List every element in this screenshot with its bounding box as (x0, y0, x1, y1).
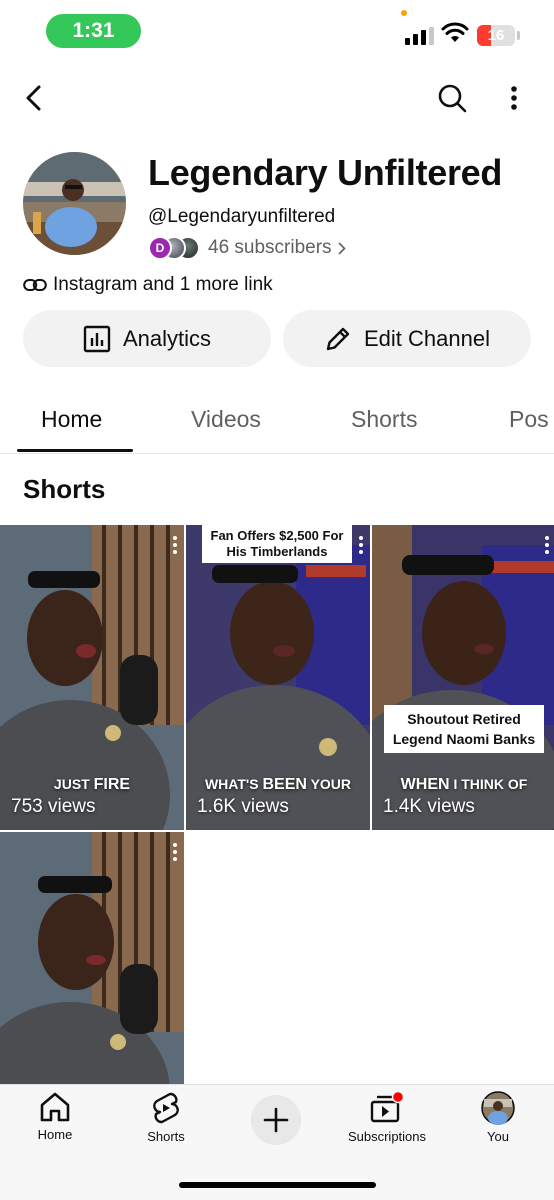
channel-name: Legendary Unfiltered (148, 152, 503, 193)
notification-dot-icon (391, 1091, 405, 1104)
search-icon (438, 84, 467, 113)
channel-links[interactable]: Instagram and 1 more link (23, 272, 273, 298)
analytics-icon (83, 325, 111, 352)
nav-shorts[interactable]: Shorts (111, 1091, 221, 1144)
short-caption: WHEN I THINK OF (400, 776, 528, 793)
short-views: 1.4K views (383, 796, 475, 817)
short-more-icon[interactable] (544, 535, 550, 555)
analytics-button[interactable]: Analytics (23, 310, 271, 367)
status-time: 1:31 (46, 14, 141, 48)
channel-links-label: Instagram and 1 more link (53, 274, 273, 295)
short-thumbnail[interactable]: Shoutout Retired Legend Naomi Banks WHEN… (372, 525, 554, 830)
nav-home-label: Home (37, 1127, 73, 1142)
short-thumbnail-image (0, 832, 184, 1084)
wifi-icon (441, 22, 469, 42)
link-icon (23, 279, 47, 291)
short-more-icon[interactable] (358, 535, 364, 555)
edit-channel-button[interactable]: Edit Channel (283, 310, 531, 367)
nav-you[interactable]: You (443, 1091, 553, 1144)
status-bar: 1:31 16 (0, 0, 554, 62)
more-vert-icon (511, 86, 517, 110)
shorts-icon (153, 1092, 179, 1124)
subscriber-avatar: D (148, 236, 172, 260)
nav-you-label: You (487, 1129, 509, 1144)
analytics-label: Analytics (122, 325, 212, 351)
short-more-icon[interactable] (172, 535, 178, 555)
back-button[interactable] (14, 76, 54, 120)
pencil-icon (326, 327, 350, 350)
chevron-right-icon (338, 242, 346, 254)
short-views: 753 views (11, 796, 96, 817)
short-thumbnail[interactable]: JUST FIRE 753 views (0, 525, 184, 830)
tab-shorts[interactable]: Shorts (351, 406, 417, 433)
channel-avatar[interactable] (23, 152, 126, 255)
nav-home[interactable]: Home (0, 1091, 110, 1142)
subscriber-count: 46 subscribers (208, 237, 332, 258)
subscribers-row[interactable]: D 46 subscribers (148, 234, 346, 262)
tab-posts[interactable]: Pos (509, 406, 549, 433)
short-thumbnail[interactable]: Fan Offers $2,500 For His Timberlands WH… (186, 525, 370, 830)
tab-home[interactable]: Home (41, 406, 102, 433)
back-icon (26, 85, 41, 111)
nav-shorts-label: Shorts (147, 1129, 185, 1144)
home-indicator (179, 1182, 376, 1188)
short-caption: JUST FIRE (53, 776, 131, 793)
tab-videos[interactable]: Videos (191, 406, 261, 433)
channel-avatar-image (23, 152, 126, 255)
search-button[interactable] (430, 76, 474, 120)
nav-subscriptions-label: Subscriptions (347, 1129, 427, 1144)
short-banner: Shoutout Retired Legend Naomi Banks (384, 705, 544, 753)
subscriber-avatars: D (148, 234, 202, 262)
cellular-signal-icon (405, 27, 434, 45)
channel-tabs: Home Videos Shorts Pos (0, 392, 554, 454)
short-caption: WHAT'S BEEN YOUR (204, 776, 352, 793)
battery-level: 16 (487, 27, 505, 44)
bottom-nav: Home Shorts Subscriptions You (0, 1084, 554, 1200)
privacy-indicator-dot (401, 10, 407, 16)
top-nav (0, 70, 554, 126)
create-button[interactable] (251, 1095, 301, 1145)
more-options-button[interactable] (494, 76, 534, 120)
home-icon (40, 1092, 70, 1122)
nav-subscriptions[interactable]: Subscriptions (332, 1091, 442, 1144)
battery-icon: 16 (477, 25, 515, 46)
channel-handle: @Legendaryunfiltered (148, 206, 336, 227)
section-title-shorts: Shorts (23, 474, 106, 504)
short-more-icon[interactable] (172, 842, 178, 862)
short-views: 1.6K views (197, 796, 289, 817)
profile-avatar (481, 1091, 515, 1125)
create-icon (263, 1107, 289, 1133)
short-banner: Fan Offers $2,500 For His Timberlands (202, 525, 352, 563)
short-thumbnail[interactable] (0, 832, 184, 1084)
subscriptions-icon (370, 1091, 405, 1123)
active-tab-indicator (17, 449, 133, 452)
edit-channel-label: Edit Channel (364, 325, 490, 351)
